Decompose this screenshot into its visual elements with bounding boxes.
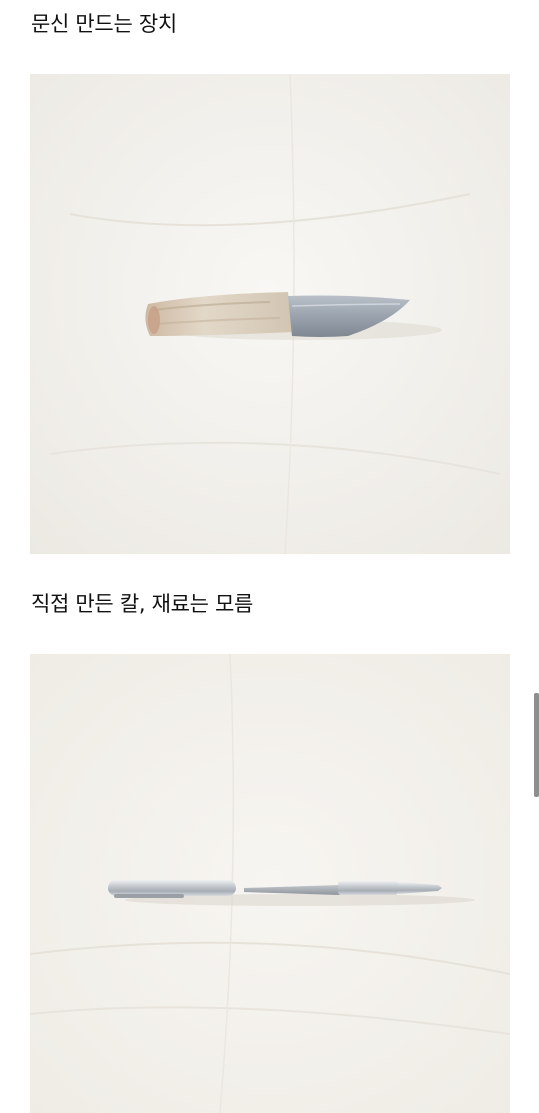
- knife-illustration: [30, 74, 510, 554]
- photo-knife[interactable]: [30, 74, 510, 554]
- post-caption-1: 문신 만드는 장치: [31, 12, 177, 36]
- pen-knife-illustration: [30, 654, 510, 1113]
- scrollbar[interactable]: [534, 693, 539, 797]
- post-caption-2: 직접 만든 칼, 재료는 모름: [31, 592, 254, 616]
- photo-pen-knife[interactable]: [30, 654, 510, 1113]
